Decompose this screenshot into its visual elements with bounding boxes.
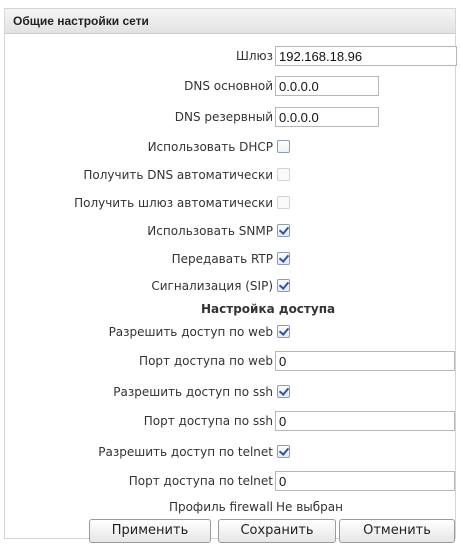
access-section-title: Настройка доступа: [5, 299, 455, 319]
signaling-sip-label: Сигнализация (SIP): [151, 279, 273, 293]
send-rtp-label: Передавать RTP: [171, 252, 273, 266]
use-snmp-checkbox[interactable]: [277, 224, 290, 237]
send-rtp-checkbox[interactable]: [277, 252, 290, 265]
use-dhcp-row: Использовать DHCP: [5, 136, 455, 158]
telnet-port-label: Порт доступа по telnet: [128, 474, 273, 488]
get-gateway-auto-checkbox[interactable]: [277, 196, 290, 209]
ssh-port-label: Порт доступа по ssh: [143, 414, 273, 428]
dns-secondary-label: DNS резервный: [174, 110, 273, 124]
firewall-profile-label: Профиль firewall: [168, 500, 273, 514]
allow-ssh-row: Разрешить доступ по ssh: [5, 381, 455, 403]
dns-primary-row: DNS основной: [5, 75, 455, 97]
allow-ssh-label: Разрешить доступ по ssh: [113, 385, 273, 399]
allow-telnet-label: Разрешить доступ по telnet: [98, 445, 273, 459]
gateway-label: Шлюз: [236, 49, 273, 63]
ssh-port-field[interactable]: [275, 411, 455, 431]
use-dhcp-label: Использовать DHCP: [147, 140, 273, 154]
use-snmp-label: Использовать SNMP: [147, 224, 273, 238]
web-port-label: Порт доступа по web: [139, 354, 273, 368]
dns-primary-field[interactable]: [275, 76, 379, 96]
dns-secondary-field[interactable]: [275, 107, 379, 127]
gateway-row: Шлюз: [5, 45, 457, 67]
dns-secondary-row: DNS резервный: [5, 106, 455, 128]
allow-telnet-row: Разрешить доступ по telnet: [5, 441, 455, 463]
gateway-field[interactable]: [275, 46, 457, 66]
telnet-port-row: Порт доступа по telnet: [5, 470, 455, 492]
get-gateway-auto-label: Получить шлюз автоматически: [74, 196, 273, 210]
get-dns-auto-checkbox[interactable]: [277, 168, 290, 181]
allow-web-checkbox[interactable]: [277, 325, 290, 338]
signaling-sip-row: Сигнализация (SIP): [5, 275, 455, 297]
firewall-profile-value: Не выбран: [276, 500, 343, 514]
allow-web-label: Разрешить доступ по web: [108, 325, 273, 339]
allow-web-row: Разрешить доступ по web: [5, 321, 455, 343]
web-port-row: Порт доступа по web: [5, 350, 455, 372]
get-dns-auto-row: Получить DNS автоматически: [5, 164, 455, 186]
panel-title: Общие настройки сети: [5, 9, 455, 34]
use-dhcp-checkbox[interactable]: [277, 140, 290, 153]
apply-button[interactable]: Применить: [89, 519, 211, 543]
network-settings-panel: Общие настройки сети Шлюз DNS основной D…: [4, 8, 457, 543]
button-bar: Применить Сохранить Отменить: [5, 519, 455, 543]
ssh-port-row: Порт доступа по ssh: [5, 410, 455, 432]
get-gateway-auto-row: Получить шлюз автоматически: [5, 192, 455, 214]
dns-primary-label: DNS основной: [184, 79, 273, 93]
get-dns-auto-label: Получить DNS автоматически: [83, 168, 273, 182]
firewall-profile-row: Профиль firewall Не выбран: [5, 496, 455, 518]
access-section-heading: Настройка доступа: [201, 302, 336, 316]
telnet-port-field[interactable]: [275, 471, 455, 491]
web-port-field[interactable]: [275, 351, 455, 371]
send-rtp-row: Передавать RTP: [5, 248, 455, 270]
cancel-button[interactable]: Отменить: [339, 519, 455, 543]
signaling-sip-checkbox[interactable]: [277, 279, 290, 292]
use-snmp-row: Использовать SNMP: [5, 220, 455, 242]
save-button[interactable]: Сохранить: [218, 519, 336, 543]
allow-telnet-checkbox[interactable]: [277, 445, 290, 458]
allow-ssh-checkbox[interactable]: [277, 385, 290, 398]
